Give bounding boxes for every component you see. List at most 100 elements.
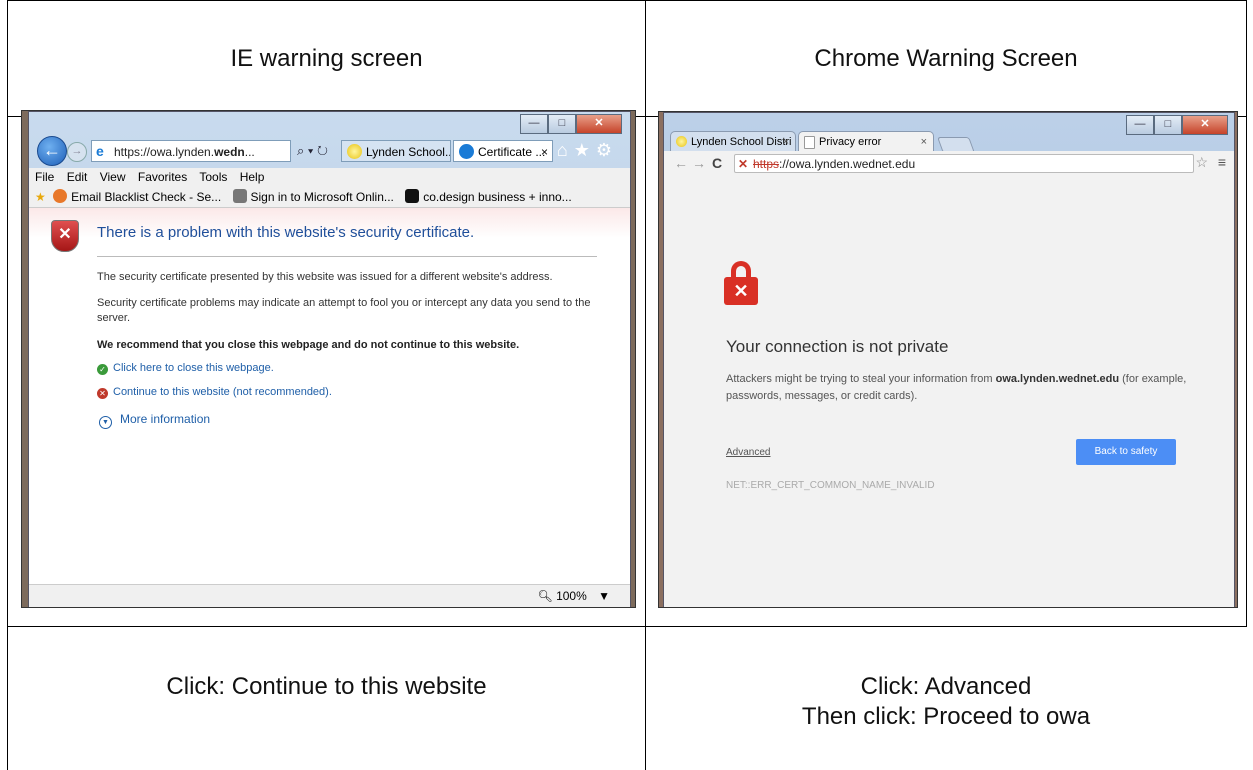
advanced-link[interactable]: Advanced <box>726 447 770 458</box>
chrome-warning-heading: Your connection is not private <box>726 337 949 356</box>
zoom-level[interactable]: 100% <box>556 589 587 603</box>
favorite-label: Sign in to Microsoft Onlin... <box>250 190 394 204</box>
table-row-divider-2 <box>7 626 1247 627</box>
ie-tab-lynden[interactable]: Lynden School... <box>341 140 451 162</box>
back-arrow-icon[interactable]: ← <box>37 136 67 166</box>
header-ie: IE warning screen <box>230 45 423 72</box>
ie-url-suffix: ... <box>244 145 255 159</box>
url-rest: ://owa.lynden.wednet.edu <box>779 157 916 171</box>
chevron-down-icon[interactable]: ▼ <box>598 589 610 603</box>
lynden-favicon-icon <box>676 136 687 147</box>
caption-ie: Click: Continue to this website <box>166 673 487 700</box>
shield-error-icon: ✕ <box>51 220 79 252</box>
ie-tab-label: Certificate ... <box>478 145 546 159</box>
more-information-label: More information <box>120 412 211 426</box>
menu-file[interactable]: File <box>35 170 54 184</box>
ie-status-bar: 🔍︎ 100% ▼ <box>29 584 630 607</box>
favorite-link[interactable]: Sign in to Microsoft Onlin... <box>232 186 394 208</box>
zoom-icon: 🔍︎ <box>537 589 553 603</box>
ie-url-prefix: https://owa.lynden. <box>114 145 215 159</box>
ie-tab-certificate[interactable]: Certificate ... × <box>453 140 553 162</box>
ie-url-domain: wedn <box>214 145 245 159</box>
table-border-right <box>1246 0 1247 627</box>
close-webpage-label: Click here to close this webpage. <box>113 362 274 374</box>
divider <box>97 256 597 257</box>
ie-window-controls: — □ ✕ <box>520 114 622 134</box>
bookmark-star-icon[interactable]: ☆ <box>1195 154 1208 171</box>
chrome-window: — □ ✕ Lynden School Distri × Privacy err… <box>663 112 1235 607</box>
favorite-label: Email Blacklist Check - Se... <box>71 190 222 204</box>
ie-address-row: ← → e https://owa.lynden.wedn... ⌕ ▾ ↻ L… <box>29 134 630 168</box>
chrome-tab-privacy-error[interactable]: Privacy error × <box>798 131 934 151</box>
favorites-star-add-icon[interactable]: ★ <box>35 190 46 204</box>
ie-warning-heading: There is a problem with this website's s… <box>97 224 475 241</box>
caption-chrome-line2: Then click: Proceed to owa <box>801 703 1091 730</box>
reload-icon[interactable]: C <box>712 155 722 171</box>
ie-window: — □ ✕ ← → e https://owa.lynden.wedn... ⌕… <box>28 111 631 607</box>
red-shield-icon: ✕ <box>97 388 108 399</box>
ie-search-refresh-icons[interactable]: ⌕ ▾ ↻ <box>297 143 328 159</box>
maximize-icon[interactable]: □ <box>548 114 576 134</box>
ie-recommend: We recommend that you close this webpage… <box>97 339 520 351</box>
back-to-safety-button[interactable]: Back to safety <box>1076 439 1176 465</box>
warning-text-prefix: Attackers might be trying to steal your … <box>726 373 996 385</box>
menu-icon[interactable]: ≡ <box>1218 154 1226 170</box>
tab-close-icon[interactable]: × <box>921 132 927 151</box>
ie-tab-label: Lynden School... <box>366 145 451 159</box>
red-lock-icon: ✕ <box>724 261 758 305</box>
minimize-icon[interactable]: — <box>1126 115 1154 135</box>
minimize-icon[interactable]: — <box>520 114 548 134</box>
continue-website-link[interactable]: ✕ Continue to this website (not recommend… <box>97 386 332 399</box>
page-icon <box>804 136 815 149</box>
favorites-star-icon[interactable]: ★ <box>574 140 596 160</box>
chrome-tab-label: Lynden School Distri <box>691 136 792 148</box>
maximize-icon[interactable]: □ <box>1154 115 1182 135</box>
lynden-favicon-icon <box>347 144 362 159</box>
chrome-toolbar: ← → C ✕ https://owa.lynden.wednet.edu ☆ … <box>664 151 1234 178</box>
chrome-warning-text: Attackers might be trying to steal your … <box>726 371 1196 405</box>
menu-help[interactable]: Help <box>240 170 265 184</box>
chrome-screenshot: — □ ✕ Lynden School Distri × Privacy err… <box>658 111 1238 608</box>
lock-body: ✕ <box>724 277 758 305</box>
warning-text-domain: owa.lynden.wednet.edu <box>995 373 1120 385</box>
ie-favorites-bar: ★ Email Blacklist Check - Se... Sign in … <box>29 186 630 208</box>
chrome-address-bar[interactable]: ✕ https://owa.lynden.wednet.edu <box>734 154 1194 173</box>
chrome-window-controls: — □ ✕ <box>1126 115 1228 135</box>
close-icon[interactable]: ✕ <box>576 114 622 134</box>
menu-edit[interactable]: Edit <box>67 170 88 184</box>
ie-logo-icon: e <box>96 143 104 159</box>
favorite-label: co.design business + inno... <box>423 190 572 204</box>
table-border-top <box>7 0 1247 1</box>
favorite-icon <box>53 189 68 203</box>
ie-tab-logo-icon <box>459 144 474 159</box>
chrome-page: ✕ Your connection is not private Attacke… <box>664 177 1234 607</box>
broken-lock-icon: ✕ <box>738 157 749 171</box>
ie-address-bar[interactable]: e https://owa.lynden.wedn... <box>91 140 291 162</box>
tab-close-icon[interactable]: × <box>541 141 548 161</box>
back-arrow-icon[interactable]: ← <box>674 155 688 171</box>
gear-icon[interactable]: ⚙ <box>596 140 618 160</box>
more-information-toggle[interactable]: ▼ More information <box>99 412 210 429</box>
ie-page: ✕ There is a problem with this website's… <box>29 208 630 584</box>
close-icon[interactable]: ✕ <box>1182 115 1228 135</box>
menu-favorites[interactable]: Favorites <box>138 170 187 184</box>
ie-para-1: The security certificate presented by th… <box>97 271 553 283</box>
caption-chrome-line1: Click: Advanced <box>860 673 1032 700</box>
menu-view[interactable]: View <box>100 170 126 184</box>
close-webpage-link[interactable]: ✓ Click here to close this webpage. <box>97 362 274 375</box>
url-scheme: https <box>753 157 780 171</box>
menu-tools[interactable]: Tools <box>199 170 227 184</box>
ie-toolbar-icons: ⌂★⚙ <box>557 140 618 161</box>
favorite-link[interactable]: co.design business + inno... <box>405 186 572 208</box>
header-chrome: Chrome Warning Screen <box>814 45 1078 72</box>
chrome-tab-lynden[interactable]: Lynden School Distri × <box>670 131 796 151</box>
expand-circle-icon: ▼ <box>99 416 112 429</box>
chrome-tab-label: Privacy error <box>819 136 882 148</box>
forward-arrow-icon[interactable]: → <box>67 142 87 162</box>
forward-arrow-icon[interactable]: → <box>692 155 706 171</box>
ie-para-2: Security certificate problems may indica… <box>97 297 591 324</box>
home-icon[interactable]: ⌂ <box>557 140 574 160</box>
favorite-link[interactable]: Email Blacklist Check - Se... <box>53 186 221 208</box>
tab-close-icon[interactable]: × <box>783 132 789 151</box>
error-code: NET::ERR_CERT_COMMON_NAME_INVALID <box>726 480 935 491</box>
